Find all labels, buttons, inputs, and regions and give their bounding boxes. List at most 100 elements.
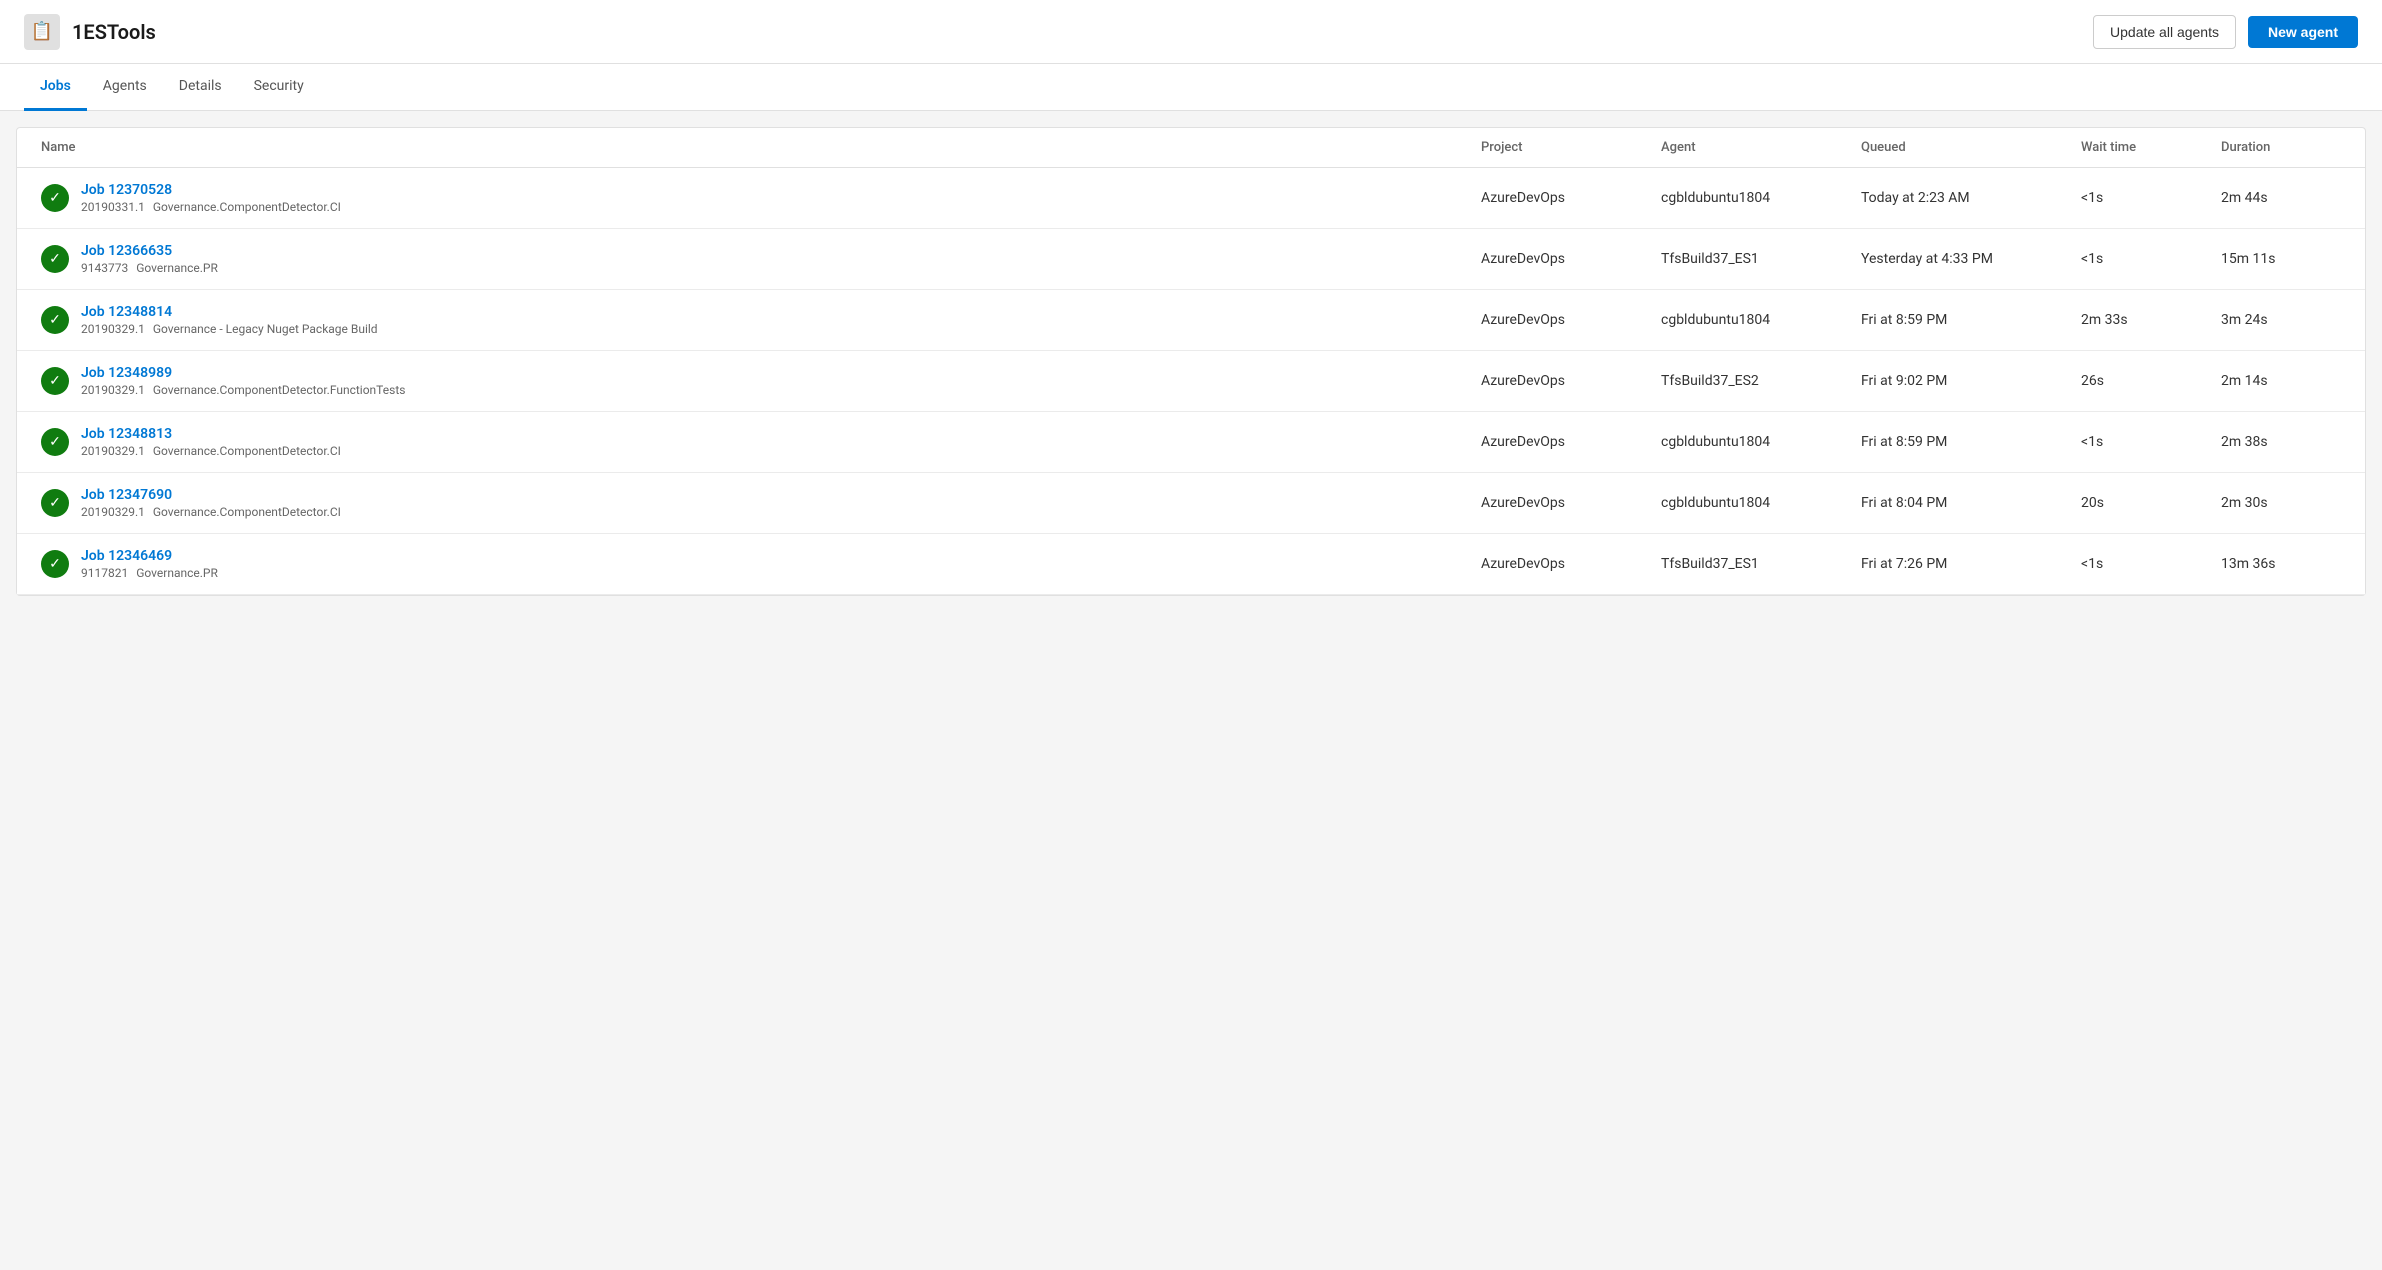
job-details: Job 12346469 9117821 Governance.PR bbox=[81, 548, 218, 580]
job-sub: 9117821 Governance.PR bbox=[81, 566, 218, 580]
top-bar-left: 📋 1ESTools bbox=[24, 14, 156, 50]
tab-agents[interactable]: Agents bbox=[87, 64, 163, 111]
table-row[interactable]: ✓ Job 12348813 20190329.1 Governance.Com… bbox=[17, 412, 2365, 473]
job-wait-time: <1s bbox=[2081, 190, 2221, 206]
job-sub: 20190331.1 Governance.ComponentDetector.… bbox=[81, 200, 341, 214]
job-sub-name: Governance.ComponentDetector.CI bbox=[153, 444, 341, 458]
job-queued: Fri at 9:02 PM bbox=[1861, 373, 2081, 389]
col-header-name: Name bbox=[41, 140, 1481, 155]
job-details: Job 12348989 20190329.1 Governance.Compo… bbox=[81, 365, 405, 397]
job-duration: 3m 24s bbox=[2221, 312, 2341, 328]
new-agent-button[interactable]: New agent bbox=[2248, 16, 2358, 48]
job-agent: TfsBuild37_ES1 bbox=[1661, 556, 1861, 572]
status-success-icon: ✓ bbox=[41, 550, 69, 578]
job-details: Job 12366635 9143773 Governance.PR bbox=[81, 243, 218, 275]
jobs-table-container: Name Project Agent Queued Wait time Dura… bbox=[16, 127, 2366, 596]
job-name-link[interactable]: Job 12370528 bbox=[81, 182, 341, 198]
job-details: Job 12347690 20190329.1 Governance.Compo… bbox=[81, 487, 341, 519]
job-duration: 2m 44s bbox=[2221, 190, 2341, 206]
job-wait-time: <1s bbox=[2081, 556, 2221, 572]
status-success-icon: ✓ bbox=[41, 428, 69, 456]
table-row[interactable]: ✓ Job 12348814 20190329.1 Governance - L… bbox=[17, 290, 2365, 351]
job-sub: 20190329.1 Governance.ComponentDetector.… bbox=[81, 444, 341, 458]
job-duration: 15m 11s bbox=[2221, 251, 2341, 267]
col-header-agent: Agent bbox=[1661, 140, 1861, 155]
job-name-link[interactable]: Job 12348814 bbox=[81, 304, 378, 320]
job-sub-name: Governance.PR bbox=[136, 566, 218, 580]
job-name-link[interactable]: Job 12347690 bbox=[81, 487, 341, 503]
job-info: ✓ Job 12370528 20190331.1 Governance.Com… bbox=[41, 182, 1481, 214]
status-success-icon: ✓ bbox=[41, 306, 69, 334]
job-info: ✓ Job 12366635 9143773 Governance.PR bbox=[41, 243, 1481, 275]
job-wait-time: 26s bbox=[2081, 373, 2221, 389]
job-details: Job 12348814 20190329.1 Governance - Leg… bbox=[81, 304, 378, 336]
status-success-icon: ✓ bbox=[41, 489, 69, 517]
job-queued: Fri at 8:59 PM bbox=[1861, 434, 2081, 450]
job-queued: Fri at 8:04 PM bbox=[1861, 495, 2081, 511]
job-project: AzureDevOps bbox=[1481, 251, 1661, 267]
job-name-link[interactable]: Job 12348989 bbox=[81, 365, 405, 381]
table-header: Name Project Agent Queued Wait time Dura… bbox=[17, 128, 2365, 168]
table-row[interactable]: ✓ Job 12366635 9143773 Governance.PR Azu… bbox=[17, 229, 2365, 290]
job-agent: cgbldubuntu1804 bbox=[1661, 495, 1861, 511]
job-sub-id: 20190331.1 bbox=[81, 200, 145, 214]
job-agent: cgbldubuntu1804 bbox=[1661, 434, 1861, 450]
job-duration: 13m 36s bbox=[2221, 556, 2341, 572]
job-agent: TfsBuild37_ES2 bbox=[1661, 373, 1861, 389]
job-duration: 2m 30s bbox=[2221, 495, 2341, 511]
tab-details[interactable]: Details bbox=[163, 64, 238, 111]
job-sub-name: Governance.ComponentDetector.FunctionTes… bbox=[153, 383, 406, 397]
col-header-wait-time: Wait time bbox=[2081, 140, 2221, 155]
job-sub-name: Governance.ComponentDetector.CI bbox=[153, 200, 341, 214]
job-agent: TfsBuild37_ES1 bbox=[1661, 251, 1861, 267]
job-queued: Fri at 7:26 PM bbox=[1861, 556, 2081, 572]
top-bar-right: Update all agents New agent bbox=[2093, 15, 2358, 49]
col-header-project: Project bbox=[1481, 140, 1661, 155]
tab-jobs[interactable]: Jobs bbox=[24, 64, 87, 111]
job-sub-id: 9143773 bbox=[81, 261, 128, 275]
app-icon: 📋 bbox=[24, 14, 60, 50]
job-project: AzureDevOps bbox=[1481, 495, 1661, 511]
table-body: ✓ Job 12370528 20190331.1 Governance.Com… bbox=[17, 168, 2365, 595]
job-name-link[interactable]: Job 12348813 bbox=[81, 426, 341, 442]
job-wait-time: <1s bbox=[2081, 251, 2221, 267]
job-sub-id: 20190329.1 bbox=[81, 505, 145, 519]
job-project: AzureDevOps bbox=[1481, 556, 1661, 572]
job-name-link[interactable]: Job 12366635 bbox=[81, 243, 218, 259]
tab-security[interactable]: Security bbox=[238, 64, 320, 111]
job-duration: 2m 14s bbox=[2221, 373, 2341, 389]
job-name-link[interactable]: Job 12346469 bbox=[81, 548, 218, 564]
table-row[interactable]: ✓ Job 12347690 20190329.1 Governance.Com… bbox=[17, 473, 2365, 534]
update-all-agents-button[interactable]: Update all agents bbox=[2093, 15, 2236, 49]
tabs-bar: Jobs Agents Details Security bbox=[0, 64, 2382, 111]
table-row[interactable]: ✓ Job 12346469 9117821 Governance.PR Azu… bbox=[17, 534, 2365, 595]
col-header-duration: Duration bbox=[2221, 140, 2341, 155]
job-project: AzureDevOps bbox=[1481, 373, 1661, 389]
app-title: 1ESTools bbox=[72, 20, 156, 44]
job-sub-id: 20190329.1 bbox=[81, 383, 145, 397]
job-duration: 2m 38s bbox=[2221, 434, 2341, 450]
job-info: ✓ Job 12348989 20190329.1 Governance.Com… bbox=[41, 365, 1481, 397]
status-success-icon: ✓ bbox=[41, 367, 69, 395]
job-sub-name: Governance - Legacy Nuget Package Build bbox=[153, 322, 378, 336]
table-row[interactable]: ✓ Job 12348989 20190329.1 Governance.Com… bbox=[17, 351, 2365, 412]
table-row[interactable]: ✓ Job 12370528 20190331.1 Governance.Com… bbox=[17, 168, 2365, 229]
job-sub: 20190329.1 Governance - Legacy Nuget Pac… bbox=[81, 322, 378, 336]
job-info: ✓ Job 12348813 20190329.1 Governance.Com… bbox=[41, 426, 1481, 458]
job-wait-time: 20s bbox=[2081, 495, 2221, 511]
job-sub: 20190329.1 Governance.ComponentDetector.… bbox=[81, 505, 341, 519]
job-sub-name: Governance.ComponentDetector.CI bbox=[153, 505, 341, 519]
job-queued: Fri at 8:59 PM bbox=[1861, 312, 2081, 328]
job-sub: 9143773 Governance.PR bbox=[81, 261, 218, 275]
status-success-icon: ✓ bbox=[41, 245, 69, 273]
job-wait-time: 2m 33s bbox=[2081, 312, 2221, 328]
job-sub-id: 20190329.1 bbox=[81, 444, 145, 458]
job-queued: Yesterday at 4:33 PM bbox=[1861, 251, 2081, 267]
job-project: AzureDevOps bbox=[1481, 434, 1661, 450]
job-project: AzureDevOps bbox=[1481, 190, 1661, 206]
job-sub-id: 20190329.1 bbox=[81, 322, 145, 336]
job-sub-id: 9117821 bbox=[81, 566, 128, 580]
job-sub: 20190329.1 Governance.ComponentDetector.… bbox=[81, 383, 405, 397]
job-agent: cgbldubuntu1804 bbox=[1661, 312, 1861, 328]
status-success-icon: ✓ bbox=[41, 184, 69, 212]
